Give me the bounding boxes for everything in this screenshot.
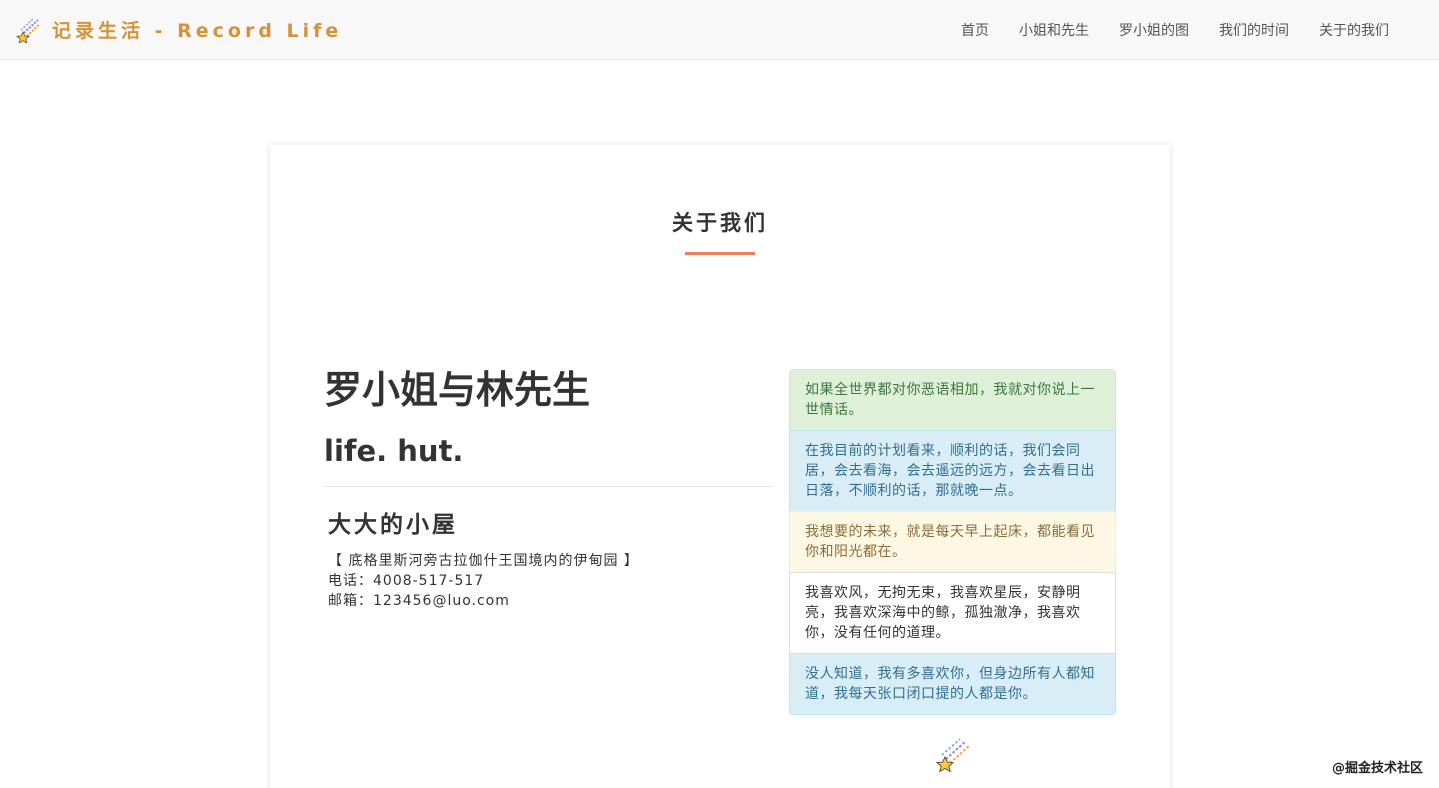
about-card: 关于我们 罗小姐与林先生 life. hut. 大大的小屋 【 底格里斯河旁古拉… [270, 145, 1170, 788]
house-name: 大大的小屋 [328, 511, 458, 538]
divider [324, 485, 774, 487]
navbar: 记录生活 - Record Life 首页 小姐和先生 罗小姐的图 我们的时间 … [0, 0, 1439, 60]
profile-heading: 罗小姐与林先生 [324, 368, 591, 412]
address-text: 【 底格里斯河旁古拉伽什王国境内的伊甸园 】 [328, 552, 639, 569]
nav-link-about-us[interactable]: 关于的我们 [1319, 20, 1389, 40]
nav-link-home[interactable]: 首页 [961, 20, 989, 40]
watermark: @掘金技术社区 [1331, 761, 1423, 776]
profile-column: 罗小姐与林先生 life. hut. 大大的小屋 【 底格里斯河旁古拉伽什王国境… [324, 368, 774, 611]
brand-title: 记录生活 - Record Life [52, 20, 343, 42]
section-title: 关于我们 [672, 211, 768, 235]
contact-info: 【 底格里斯河旁古拉伽什王国境内的伊甸园 】 电话：4008-517-517 邮… [328, 551, 774, 611]
quote-item: 我喜欢风，无拘无束，我喜欢星辰，安静明亮，我喜欢深海中的鲸，孤独澈净，我喜欢你，… [789, 572, 1116, 654]
email-text: 邮箱：123456@luo.com [328, 592, 510, 609]
shooting-star-icon [935, 737, 972, 773]
shooting-star-icon [15, 17, 42, 44]
quote-item: 在我目前的计划看来，顺利的话，我们会同居，会去看海，会去遥远的远方，会去看日出日… [789, 430, 1116, 512]
phone-text: 电话：4008-517-517 [328, 572, 485, 589]
profile-subheading: life. hut. [324, 433, 464, 468]
quote-item: 我想要的未来，就是每天早上起床，都能看见你和阳光都在。 [789, 511, 1116, 573]
title-underline [685, 252, 755, 255]
nav-link-miss-luo-pictures[interactable]: 罗小姐的图 [1119, 20, 1189, 40]
quote-item: 如果全世界都对你恶语相加，我就对你说上一世情话。 [789, 369, 1116, 431]
quote-list: 如果全世界都对你恶语相加，我就对你说上一世情话。 在我目前的计划看来，顺利的话，… [789, 369, 1116, 715]
quote-item: 没人知道，我有多喜欢你，但身边所有人都知道，我每天张口闭口提的人都是你。 [789, 653, 1116, 715]
nav-link-miss-and-mister[interactable]: 小姐和先生 [1019, 20, 1089, 40]
brand[interactable]: 记录生活 - Record Life [15, 0, 343, 59]
nav-link-our-time[interactable]: 我们的时间 [1219, 20, 1289, 40]
nav-menu: 首页 小姐和先生 罗小姐的图 我们的时间 关于的我们 [931, 0, 1389, 59]
